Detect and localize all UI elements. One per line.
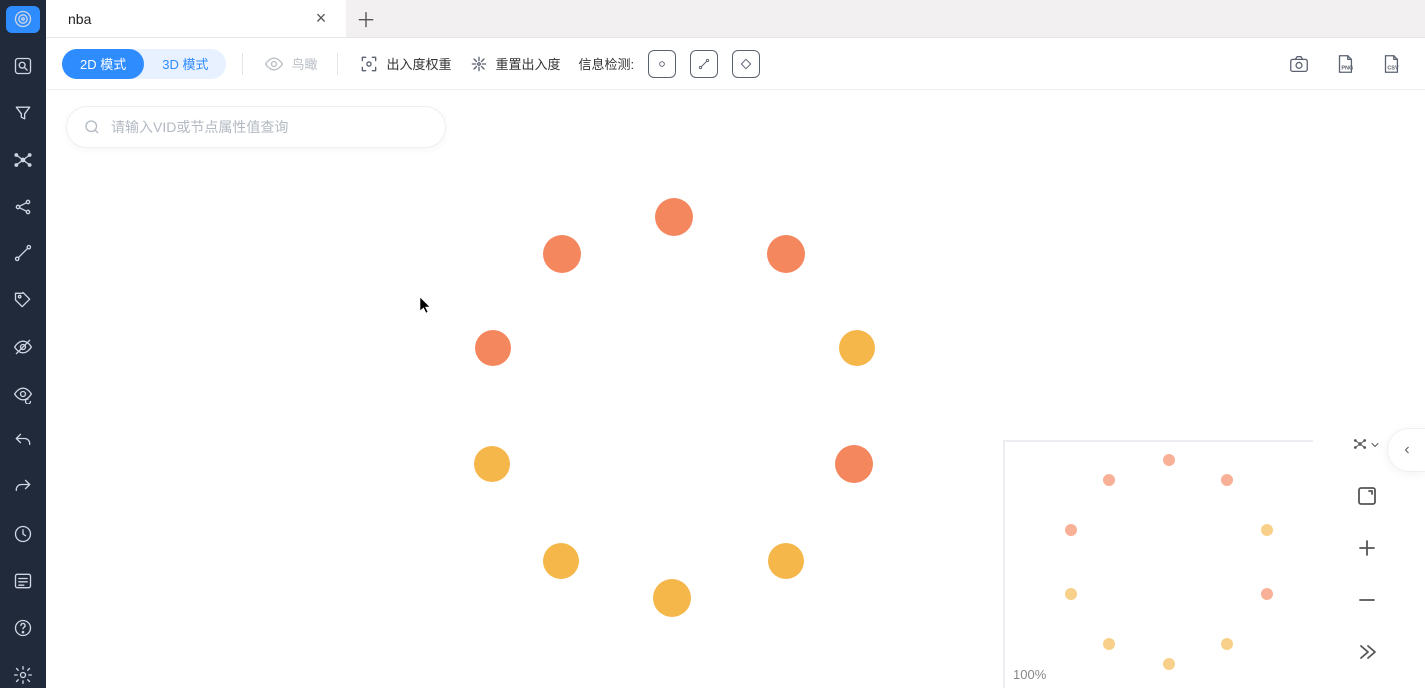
tab-bar: nba × ＋ [46,0,1425,38]
toolbar-separator [242,53,243,75]
sidebar-help-icon[interactable] [6,614,40,641]
view-mode-toggle: 2D 模式 3D 模式 [62,49,226,79]
minimap-node [1221,638,1233,650]
search-box [66,106,446,148]
screenshot-icon[interactable] [1287,52,1311,76]
app-root: nba × ＋ 2D 模式 3D 模式 鸟瞰 [0,0,1425,688]
graph-node[interactable] [653,579,691,617]
toolbar-right-group: PNG CSV [1287,52,1409,76]
minimap-node [1163,454,1175,466]
left-sidebar [0,0,46,688]
graph-node[interactable] [655,198,693,236]
birdview-label: 鸟瞰 [291,54,317,73]
graph-canvas[interactable]: 100% [46,90,1425,688]
cursor-indicator [418,296,432,319]
graph-node[interactable] [475,330,511,366]
graph-node[interactable] [474,446,510,482]
minimap-node [1163,658,1175,670]
tab-active[interactable]: nba × [46,0,346,37]
close-tab-icon[interactable]: × [310,8,332,30]
sidebar-tag-icon[interactable] [6,287,40,314]
reset-degree-button[interactable]: 重置出入度 [464,49,565,79]
minimap-node [1065,524,1077,536]
sidebar-share-icon[interactable] [6,193,40,220]
minimap-node [1261,524,1273,536]
skip-end-button[interactable] [1353,638,1381,666]
main-panel: nba × ＋ 2D 模式 3D 模式 鸟瞰 [46,0,1425,688]
detect-diamond-button[interactable] [732,50,760,78]
minimap-node [1065,588,1077,600]
degree-weight-label: 出入度权重 [386,54,451,73]
svg-text:CSV: CSV [1387,65,1399,71]
add-tab-button[interactable]: ＋ [346,0,386,37]
graph-node[interactable] [543,235,581,273]
sidebar-history-icon[interactable] [6,521,40,548]
svg-text:PNG: PNG [1341,65,1353,71]
sidebar-filter-icon[interactable] [6,100,40,127]
mode-3d-button[interactable]: 3D 模式 [144,49,226,79]
sidebar-inspect-icon[interactable] [6,53,40,80]
minimap-node [1261,588,1273,600]
detect-edge-button[interactable] [690,50,718,78]
chevron-down-icon [1369,438,1381,450]
focus-icon [358,53,380,75]
graph-node[interactable] [543,543,579,579]
search-input[interactable] [111,119,429,135]
reset-degree-label: 重置出入度 [496,54,561,73]
sidebar-path-icon[interactable] [6,240,40,267]
fit-screen-button[interactable] [1353,482,1381,510]
info-detect-label: 信息检测: [579,54,635,73]
sidebar-settings-icon[interactable] [6,661,40,688]
degree-weight-button[interactable]: 出入度权重 [354,49,455,79]
sidebar-hidden-eye-icon[interactable] [6,334,40,361]
zoom-level-label: 100% [1013,667,1046,682]
top-toolbar: 2D 模式 3D 模式 鸟瞰 出入度权重 重 [46,38,1425,90]
zoom-in-button[interactable] [1353,534,1381,562]
minimap-node [1103,638,1115,650]
graph-node[interactable] [768,543,804,579]
birdview-button[interactable]: 鸟瞰 [259,49,321,79]
tab-title: nba [68,11,310,27]
graph-node[interactable] [767,235,805,273]
sidebar-list-panel-icon[interactable] [6,568,40,595]
graph-node[interactable] [835,445,873,483]
canvas-controls [1321,420,1413,676]
export-csv-icon[interactable]: CSV [1379,52,1403,76]
sidebar-eye-refresh-icon[interactable] [6,380,40,407]
burst-icon [468,53,490,75]
sidebar-radar-icon[interactable] [6,6,40,33]
detect-isolate-button[interactable] [648,50,676,78]
graph-node[interactable] [839,330,875,366]
export-png-icon[interactable]: PNG [1333,52,1357,76]
zoom-out-button[interactable] [1353,586,1381,614]
search-icon [83,118,101,136]
eye-icon [263,53,285,75]
minimap-node [1221,474,1233,486]
sidebar-redo-icon[interactable] [6,474,40,501]
layout-dropdown[interactable] [1353,430,1381,458]
mode-2d-button[interactable]: 2D 模式 [62,49,144,79]
minimap-node [1103,474,1115,486]
sidebar-graph-icon[interactable] [6,146,40,173]
sidebar-undo-icon[interactable] [6,427,40,454]
minimap[interactable]: 100% [1003,440,1313,688]
toolbar-separator [337,53,338,75]
